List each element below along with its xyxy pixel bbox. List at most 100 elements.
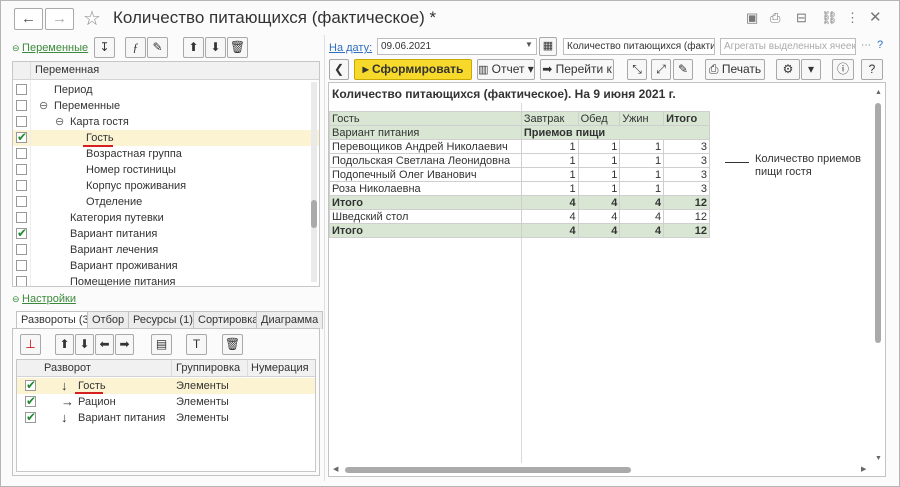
var-checkbox[interactable] xyxy=(16,100,27,111)
axis-icon[interactable]: ⊥ xyxy=(20,334,41,355)
grouping-row-guest[interactable]: ↓ Гость Элементы xyxy=(17,377,315,394)
collapse-icon[interactable]: ⊖ xyxy=(39,98,48,114)
grouping-row-meal-plan[interactable]: ↓ Вариант питания Элементы xyxy=(17,409,315,426)
groupings-grid[interactable]: Разворот Группировка Нумерация ↓ Гость Э… xyxy=(16,359,316,472)
back-button[interactable]: ← xyxy=(14,8,43,30)
help-icon[interactable]: ? xyxy=(877,39,883,51)
var-checkbox[interactable] xyxy=(16,164,27,175)
expand-icon[interactable]: ⤡ xyxy=(627,59,647,80)
report-total-row[interactable]: Итого 4 4 4 12 xyxy=(329,223,710,238)
var-checkbox[interactable] xyxy=(16,116,27,127)
date-link[interactable]: На дату: xyxy=(329,42,372,54)
vars-scroll-thumb[interactable] xyxy=(311,200,317,228)
move-down-icon[interactable]: ↧ xyxy=(94,37,115,58)
goto-button[interactable]: ➡ Перейти к ▾ xyxy=(540,59,614,95)
grp-right-icon[interactable]: ➡ xyxy=(115,334,134,355)
report-row[interactable]: Роза Николаевна 1 1 1 3 xyxy=(329,181,710,196)
report-hscroll-thumb[interactable] xyxy=(345,467,631,473)
report-button[interactable]: ▥ Отчет ▾ xyxy=(477,59,535,80)
var-row-building[interactable]: Корпус проживания xyxy=(13,178,319,194)
var-row-guest-card[interactable]: ⊖ Карта гостя xyxy=(13,114,319,130)
link-icon[interactable]: ⛓ xyxy=(821,10,838,26)
grp-down-icon[interactable]: ⬇ xyxy=(75,334,94,355)
report-vscroll-thumb[interactable] xyxy=(875,103,881,343)
report-vscroll[interactable]: ▲ ▼ xyxy=(874,89,882,467)
grouping-row-ration[interactable]: → Рацион Элементы xyxy=(17,393,315,410)
group-rows-icon[interactable]: ▤ xyxy=(151,334,172,355)
var-checkbox[interactable] xyxy=(16,212,27,223)
collapse-left-icon[interactable]: ❮ xyxy=(329,59,349,80)
grp-up-icon[interactable]: ⬆ xyxy=(55,334,74,355)
var-checkbox[interactable] xyxy=(16,196,27,207)
grp-delete-icon[interactable]: 🗑 xyxy=(222,334,243,355)
var-row-guest[interactable]: Гость xyxy=(13,129,319,147)
grp-left-icon[interactable]: ⬅ xyxy=(95,334,114,355)
collapse-icon[interactable]: ⊖ xyxy=(55,114,64,130)
tab-filter[interactable]: Отбор xyxy=(87,311,130,329)
pane-divider[interactable] xyxy=(324,35,325,481)
settings-dropdown-icon[interactable]: ▾ xyxy=(801,59,821,80)
help-button[interactable]: ? xyxy=(861,59,883,80)
function-icon[interactable]: ƒ xyxy=(125,37,146,58)
tab-resources[interactable]: Ресурсы (1) xyxy=(128,311,198,329)
print-button[interactable]: ⎙ Печать ▾ xyxy=(705,59,765,95)
variables-link[interactable]: Переменные xyxy=(22,42,88,54)
delete-icon[interactable]: 🗑 xyxy=(227,37,248,58)
var-row-treatment[interactable]: Вариант лечения xyxy=(13,242,319,258)
grp-checkbox[interactable] xyxy=(25,409,36,425)
arrow-up-icon[interactable]: ⬆ xyxy=(183,37,204,58)
tab-sorting[interactable]: Сортировка xyxy=(193,311,264,329)
var-row-accommodation[interactable]: Вариант проживания xyxy=(13,258,319,274)
var-row-period[interactable]: Период xyxy=(13,82,319,98)
date-dropdown-icon[interactable]: ▼ xyxy=(525,40,533,49)
var-checkbox[interactable] xyxy=(16,129,27,145)
report-name-field[interactable]: Количество питающихся (фактическ xyxy=(563,38,715,55)
var-checkbox[interactable] xyxy=(16,84,27,95)
var-row-room[interactable]: Номер гостиницы xyxy=(13,162,319,178)
tab-groupings[interactable]: Развороты (3) xyxy=(16,311,98,329)
variables-grid[interactable]: Переменная Период ⊖ Переменные ⊖ Карта гос… xyxy=(12,61,320,287)
var-row-department[interactable]: Отделение xyxy=(13,194,319,210)
favorite-star-icon[interactable]: ☆ xyxy=(83,6,101,31)
edit-report-icon[interactable]: ✎ xyxy=(673,59,693,80)
report-total-row[interactable]: Итого 4 4 4 12 xyxy=(329,195,710,210)
generate-button[interactable]: ▸ Сформировать xyxy=(354,59,472,80)
var-checkbox[interactable] xyxy=(16,148,27,159)
aggregates-more-icon[interactable]: ⋯ xyxy=(861,40,871,51)
var-row-age[interactable]: Возрастная группа xyxy=(13,146,319,162)
close-icon[interactable]: ✕ xyxy=(869,8,882,26)
calendar-icon[interactable]: ▦ xyxy=(539,37,557,56)
attach-icon[interactable]: ⊟ xyxy=(796,10,807,26)
var-row-voucher[interactable]: Категория путевки xyxy=(13,210,319,226)
edit-pencil-icon[interactable]: ✎ xyxy=(147,37,168,58)
print-icon[interactable]: ⎙ xyxy=(770,10,780,26)
arrow-down-icon[interactable]: ⬇ xyxy=(205,37,226,58)
report-area[interactable]: Количество питающихся (фактическое). На … xyxy=(328,82,886,477)
tab-chart[interactable]: Диаграмма xyxy=(256,311,324,329)
more-icon[interactable]: ⋮ xyxy=(846,10,859,26)
report-row[interactable]: Подопечный Олег Иванович 1 1 1 3 xyxy=(329,167,710,182)
var-checkbox[interactable] xyxy=(16,260,27,271)
grp-checkbox[interactable] xyxy=(25,393,36,409)
forward-button[interactable]: → xyxy=(45,8,74,30)
save-icon[interactable]: ▣ xyxy=(746,10,758,26)
report-hscroll[interactable]: ◀ ▶ xyxy=(333,466,873,474)
var-checkbox[interactable] xyxy=(16,244,27,255)
info-icon[interactable]: ⓘ xyxy=(832,59,854,80)
date-input[interactable]: 09.06.2021 xyxy=(377,38,537,55)
var-row-dining-room[interactable]: Помещение питания xyxy=(13,274,319,286)
report-row[interactable]: Шведский стол 4 4 4 12 xyxy=(329,209,710,224)
var-checkbox[interactable] xyxy=(16,276,27,286)
grp-checkbox[interactable] xyxy=(25,377,36,393)
var-row-meal-plan[interactable]: Вариант питания xyxy=(13,225,319,242)
settings-link[interactable]: Настройки xyxy=(22,293,76,305)
aggregates-field[interactable]: Агрегаты выделенных ячеек xyxy=(720,38,856,55)
settings-gear-icon[interactable]: ⚙ xyxy=(776,59,800,80)
vars-scrollbar[interactable] xyxy=(311,82,317,282)
group-cols-icon[interactable]: T xyxy=(186,334,207,355)
var-checkbox[interactable] xyxy=(16,225,27,241)
var-row-variables[interactable]: ⊖ Переменные xyxy=(13,98,319,114)
var-checkbox[interactable] xyxy=(16,180,27,191)
report-row[interactable]: Подольская Светлана Леонидовна 1 1 1 3 xyxy=(329,153,710,168)
report-row[interactable]: Перевощиков Андрей Николаевич 1 1 1 3 xyxy=(329,139,710,154)
